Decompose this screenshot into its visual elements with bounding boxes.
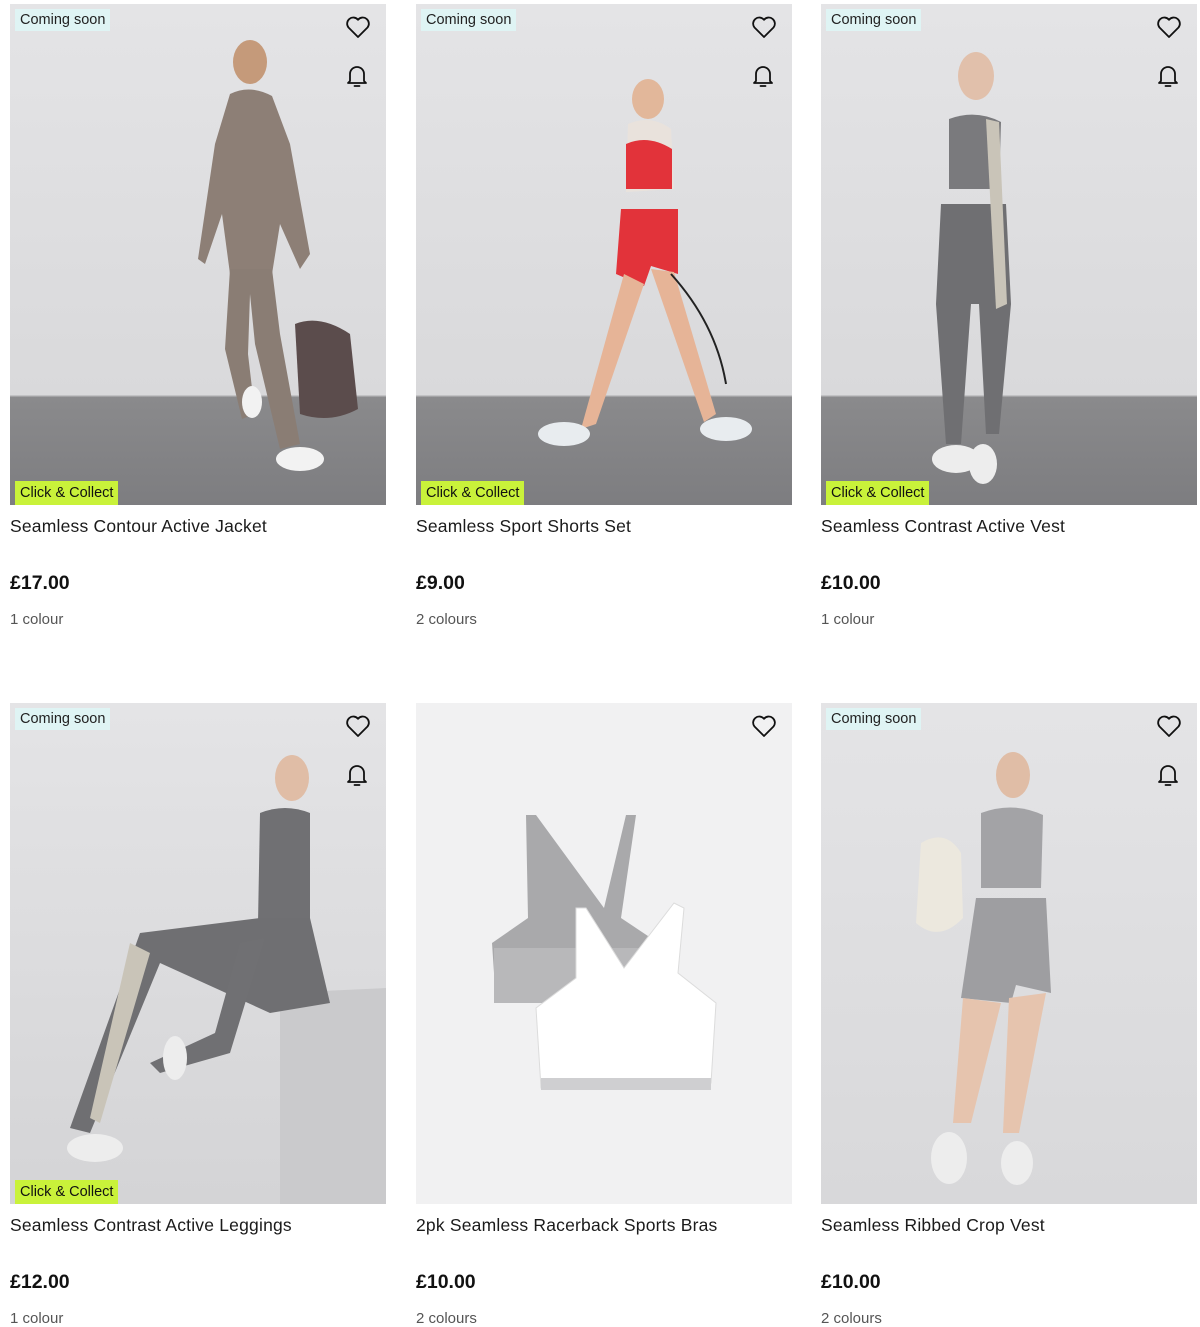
click-collect-badge: Click & Collect (15, 1180, 119, 1204)
bell-icon[interactable] (345, 63, 375, 93)
colour-count: 1 colour (10, 1310, 64, 1327)
heart-icon[interactable] (1156, 714, 1186, 744)
product-price: £10.00 (821, 1271, 881, 1293)
click-collect-badge: Click & Collect (421, 481, 525, 505)
coming-soon-badge: Coming soon (15, 708, 111, 730)
product-title[interactable]: Seamless Contrast Active Leggings (10, 1215, 292, 1236)
bell-icon[interactable] (1156, 762, 1186, 792)
bell-icon[interactable] (1156, 63, 1186, 93)
heart-icon[interactable] (751, 714, 781, 744)
product-card[interactable]: Coming soon Click & Collect Seamless Con… (10, 703, 386, 1327)
product-photo (492, 815, 717, 1090)
product-grid: Coming soon Click & Collect Seamless Con… (0, 0, 1200, 1327)
colour-count: 2 colours (416, 1310, 477, 1327)
heart-icon[interactable] (345, 714, 375, 744)
product-image[interactable]: Coming soon Click & Collect (416, 4, 792, 505)
heart-icon[interactable] (345, 15, 375, 45)
product-image[interactable]: Coming soon Click & Collect (10, 703, 386, 1204)
model-photo (932, 52, 1011, 484)
product-price: £10.00 (416, 1271, 476, 1293)
product-title[interactable]: Seamless Ribbed Crop Vest (821, 1215, 1045, 1236)
product-card[interactable]: Coming soon Click & Collect Seamless Con… (821, 4, 1197, 644)
product-title[interactable]: Seamless Contrast Active Vest (821, 516, 1065, 537)
product-card[interactable]: Coming soon Click & Collect Seamless Spo… (416, 4, 792, 644)
bell-icon[interactable] (751, 63, 781, 93)
model-photo (198, 40, 358, 471)
colour-count: 2 colours (416, 611, 477, 628)
model-photo (538, 79, 752, 446)
bell-icon[interactable] (345, 762, 375, 792)
coming-soon-badge: Coming soon (826, 708, 922, 730)
heart-icon[interactable] (1156, 15, 1186, 45)
product-image[interactable]: Coming soon Click & Collect (10, 4, 386, 505)
product-image[interactable]: Coming soon Click & Collect (821, 4, 1197, 505)
product-price: £10.00 (821, 572, 881, 594)
colour-count: 1 colour (10, 611, 64, 628)
product-price: £9.00 (416, 572, 465, 594)
colour-count: 2 colours (821, 1310, 882, 1327)
heart-icon[interactable] (751, 15, 781, 45)
product-image[interactable] (416, 703, 792, 1204)
product-card[interactable]: 2pk Seamless Racerback Sports Bras £10.0… (416, 703, 792, 1327)
product-card[interactable]: Coming soon Click & Collect Seamless Con… (10, 4, 386, 644)
product-price: £12.00 (10, 1271, 70, 1293)
coming-soon-badge: Coming soon (15, 9, 111, 31)
model-photo (916, 752, 1051, 1185)
product-image[interactable]: Coming soon (821, 703, 1197, 1204)
product-title[interactable]: 2pk Seamless Racerback Sports Bras (416, 1215, 718, 1236)
product-title[interactable]: Seamless Contour Active Jacket (10, 516, 267, 537)
model-photo (67, 755, 386, 1204)
product-title[interactable]: Seamless Sport Shorts Set (416, 516, 631, 537)
product-card[interactable]: Coming soon Seamless Ribbed Crop Vest £1… (821, 703, 1197, 1327)
click-collect-badge: Click & Collect (826, 481, 930, 505)
product-price: £17.00 (10, 572, 70, 594)
click-collect-badge: Click & Collect (15, 481, 119, 505)
colour-count: 1 colour (821, 611, 875, 628)
coming-soon-badge: Coming soon (826, 9, 922, 31)
coming-soon-badge: Coming soon (421, 9, 517, 31)
